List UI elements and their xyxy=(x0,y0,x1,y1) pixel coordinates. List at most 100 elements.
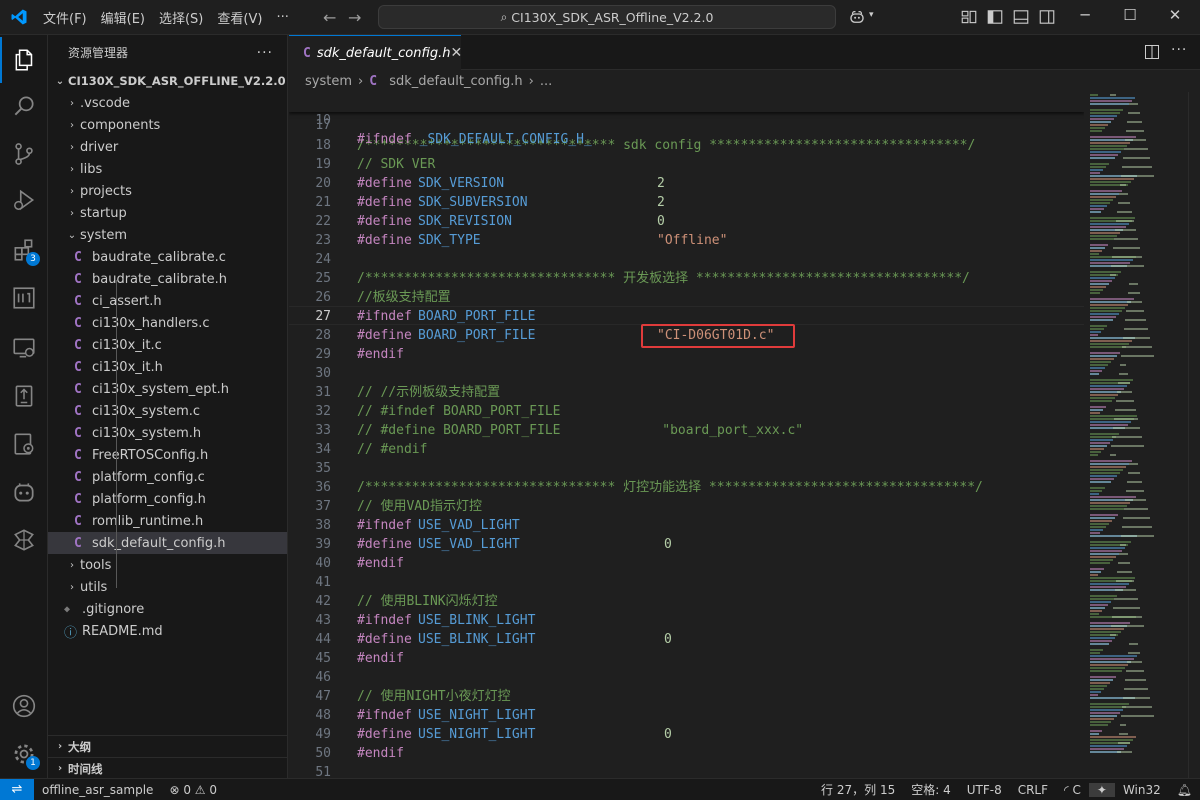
c-file-icon: C xyxy=(74,425,82,441)
file-item[interactable]: Cbaudrate_calibrate.h xyxy=(48,268,287,290)
minimap-line xyxy=(1090,307,1125,309)
line-number: 32 xyxy=(315,404,331,419)
maximize-icon[interactable]: ☐ xyxy=(1120,6,1140,24)
minimap-line xyxy=(1090,472,1120,474)
tab-sdk-default-config[interactable]: C sdk_default_config.h ✕ xyxy=(289,35,462,70)
file-item[interactable]: Cbaudrate_calibrate.c xyxy=(48,246,287,268)
menu-item[interactable]: 查看(V) xyxy=(210,8,269,27)
settings-sync-icon[interactable] xyxy=(0,421,48,467)
indentation[interactable]: 空格: 4 xyxy=(903,781,959,798)
copilot-chat-icon[interactable] xyxy=(0,469,48,515)
platformio-status-icon[interactable]: ✦ xyxy=(1088,782,1115,797)
customize-layout-icon[interactable] xyxy=(960,8,978,26)
back-arrow-icon[interactable]: ← xyxy=(323,8,336,27)
code-keyword: #define xyxy=(357,727,412,742)
file-item[interactable]: Cplatform_config.c xyxy=(48,466,287,488)
minimap-line xyxy=(1090,172,1100,174)
account-icon[interactable] xyxy=(0,683,48,729)
remote-indicator-icon[interactable]: ⇌ xyxy=(0,778,34,800)
vertical-scrollbar[interactable] xyxy=(1188,92,1200,778)
folder-item[interactable]: › driver xyxy=(48,136,287,158)
folder-item[interactable]: › tools xyxy=(48,554,287,576)
minimap-line xyxy=(1090,667,1125,669)
language-mode[interactable]: ◜ C xyxy=(1056,783,1089,797)
file-item[interactable]: Cromlib_runtime.h xyxy=(48,510,287,532)
file-item[interactable]: Cci130x_system.h xyxy=(48,422,287,444)
file-item[interactable]: ⓘ README.md xyxy=(48,620,287,642)
outline-section[interactable]: › 大纲 xyxy=(48,735,288,757)
folder-item[interactable]: › components xyxy=(48,114,287,136)
command-center-search[interactable]: ⌕ CI130X_SDK_ASR_Offline_V2.2.0 xyxy=(378,5,836,29)
file-item[interactable]: Cci130x_it.c xyxy=(48,334,287,356)
folder-item[interactable]: › libs xyxy=(48,158,287,180)
folder-item[interactable]: › startup xyxy=(48,202,287,224)
file-item[interactable]: Cplatform_config.h xyxy=(48,488,287,510)
sticky-scroll-line[interactable]: 10 #ifndef _SDK_DEFAULT_CONFIG_H_ xyxy=(289,92,1084,147)
manage-gear-icon[interactable]: 1 xyxy=(0,731,48,777)
c-file-icon: C xyxy=(74,271,82,287)
branch-label[interactable]: offline_asr_sample xyxy=(34,783,161,797)
menu-item[interactable]: 编辑(E) xyxy=(94,8,152,27)
platform-label[interactable]: Win32 xyxy=(1115,783,1169,797)
remote-window-icon[interactable] xyxy=(0,325,48,371)
encoding[interactable]: UTF-8 xyxy=(959,783,1010,797)
minimap-line xyxy=(1090,154,1118,156)
project-root[interactable]: ⌄ CI130X_SDK_ASR_OFFLINE_V2.2.0 xyxy=(48,70,287,92)
minimap-line xyxy=(1129,643,1138,645)
file-item[interactable]: Cci130x_system_ept.h xyxy=(48,378,287,400)
toggle-panel-icon[interactable] xyxy=(1012,8,1030,26)
remote-explorer-icon[interactable] xyxy=(0,275,48,321)
copilot-icon[interactable] xyxy=(848,8,866,26)
folder-item-open[interactable]: ⌄ system xyxy=(48,224,287,246)
code-line: 37 // 使用VAD指示灯控 xyxy=(289,497,1084,516)
minimize-icon[interactable]: ─ xyxy=(1075,6,1095,24)
breadcrumb-file[interactable]: sdk_default_config.h xyxy=(389,74,522,89)
file-item[interactable]: Cci130x_it.h xyxy=(48,356,287,378)
split-editor-icon[interactable] xyxy=(1144,44,1160,60)
folder-item[interactable]: › .vscode xyxy=(48,92,287,114)
minimap[interactable] xyxy=(1084,92,1188,778)
toggle-secondary-sidebar-icon[interactable] xyxy=(1038,8,1056,26)
cursor-position[interactable]: 行 27，列 15 xyxy=(813,781,903,798)
breadcrumb-symbol[interactable]: ... xyxy=(540,74,552,89)
tree-item-label: ci130x_it.c xyxy=(92,337,162,353)
platformio-icon[interactable] xyxy=(0,517,48,563)
file-item[interactable]: Cci130x_system.c xyxy=(48,400,287,422)
code-editor[interactable]: 10 #ifndef _SDK_DEFAULT_CONFIG_H_ 17 18/*… xyxy=(289,92,1084,778)
minimap-line xyxy=(1090,490,1102,492)
more-actions-icon[interactable]: ··· xyxy=(1171,42,1187,58)
menu-item[interactable]: 文件(F) xyxy=(36,8,94,27)
file-item[interactable]: Csdk_default_config.h xyxy=(48,532,287,554)
search-view-icon[interactable] xyxy=(0,83,48,129)
file-item[interactable]: Cci130x_handlers.c xyxy=(48,312,287,334)
breadcrumb-folder[interactable]: system xyxy=(305,74,352,89)
minimap-line xyxy=(1090,748,1124,750)
notifications-bell-icon[interactable]: 🔔︎ xyxy=(1169,783,1200,797)
copilot-chevron-icon[interactable]: ▾ xyxy=(869,10,874,20)
minimap-line xyxy=(1090,481,1111,483)
minimap-line xyxy=(1121,355,1154,357)
file-item[interactable]: Cci_assert.h xyxy=(48,290,287,312)
folder-item[interactable]: › utils xyxy=(48,576,287,598)
extensions-icon[interactable]: 3 xyxy=(0,227,48,273)
problems-indicator[interactable]: ⊗ 0 ⚠ 0 xyxy=(161,783,225,797)
menu-item[interactable]: 选择(S) xyxy=(152,8,210,27)
file-item[interactable]: ◆ .gitignore xyxy=(48,598,287,620)
forward-arrow-icon[interactable]: → xyxy=(348,8,361,27)
code-number: 0 xyxy=(664,537,672,552)
explorer-icon[interactable] xyxy=(0,37,48,83)
close-window-icon[interactable]: ✕ xyxy=(1165,6,1185,24)
timeline-section[interactable]: › 时间线 xyxy=(48,757,288,779)
end-of-line[interactable]: CRLF xyxy=(1010,783,1056,797)
menu-item[interactable]: ··· xyxy=(269,10,295,25)
run-debug-icon[interactable] xyxy=(0,177,48,223)
code-keyword: #endif xyxy=(357,651,404,666)
explorer-more-actions-icon[interactable]: ··· xyxy=(257,45,273,61)
file-item[interactable]: C FreeRTOSConfig.h xyxy=(48,444,287,466)
testing-icon[interactable] xyxy=(0,373,48,419)
folder-item[interactable]: › projects xyxy=(48,180,287,202)
source-control-icon[interactable] xyxy=(0,131,48,177)
minimap-line xyxy=(1090,235,1117,237)
close-tab-icon[interactable]: ✕ xyxy=(450,45,462,61)
toggle-primary-sidebar-icon[interactable] xyxy=(986,8,1004,26)
